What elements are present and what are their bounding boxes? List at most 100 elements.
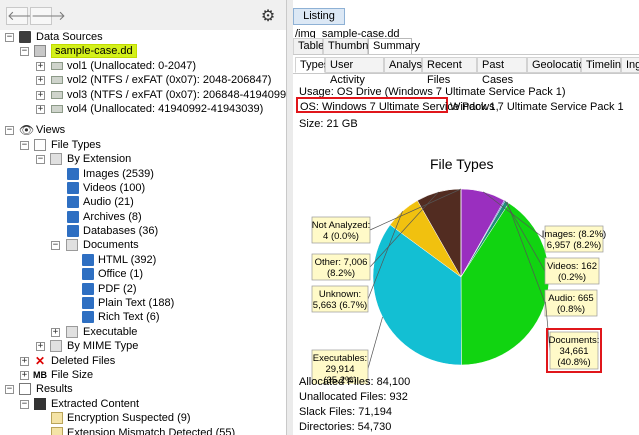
collapse-toggle-icon[interactable]: − [51,241,60,251]
forward-button[interactable]: 🡒 [30,7,66,25]
file-type-icon [67,181,79,194]
tree-node-extracted-content[interactable]: − Extracted Content [0,397,286,411]
file-types-icon [34,138,46,151]
tree-node-document-type[interactable]: Rich Text (6) [0,310,286,324]
tree-node-volume[interactable]: + vol1 (Unallocated: 0-2047) [0,59,286,73]
unallocated-files-text: Unallocated Files: 932 [299,391,408,403]
directories-text: Directories: 54,730 [299,421,392,433]
tree-toolbar: 🡐 🡒 ⚙ [0,0,286,30]
expand-toggle-icon[interactable]: + [36,76,45,86]
tree-label: File Size [51,368,94,381]
collapse-toggle-icon[interactable]: − [5,385,14,395]
collapse-toggle-icon[interactable]: − [5,33,14,42]
expand-toggle-icon[interactable]: + [20,370,29,380]
autopsy-window: 🡐 🡒 ⚙ − Data Sources − sample-case.dd + … [0,0,639,435]
folder-icon [66,239,78,252]
tree-node-extension-category[interactable]: Images (2539) [0,167,286,181]
expand-toggle-icon[interactable]: + [51,327,60,337]
tree-node-volume[interactable]: + vol3 (NTFS / exFAT (0x07): 206848-4194… [0,88,286,102]
tree-node-encryption-suspected[interactable]: Encryption Suspected (9) [0,411,286,425]
collapse-toggle-icon[interactable]: − [36,155,45,165]
tree-node-document-type[interactable]: Office (1) [0,267,286,281]
tree-node-volume[interactable]: + vol2 (NTFS / exFAT (0x07): 2048-206847… [0,73,286,87]
tree-node-documents[interactable]: − Documents [0,238,286,252]
tree-node-image[interactable]: − sample-case.dd [0,44,286,59]
tab-summary[interactable]: Summary [368,38,420,55]
tree-label: Archives (8) [83,210,142,223]
tab-user-activity[interactable]: User Activity [325,57,384,86]
eye-icon: 👁 [19,123,35,138]
data-label-text: Unknown: [319,289,361,300]
expand-toggle-icon[interactable]: + [36,104,45,114]
tree-node-volume[interactable]: + vol4 (Unallocated: 41940992-41943039) [0,102,286,116]
tab-recent-files[interactable]: Recent Files [422,57,477,86]
tree-label: Encryption Suspected (9) [67,412,191,425]
data-label-text: Videos: 162 [547,261,597,272]
tree-node-document-type[interactable]: Plain Text (188) [0,296,286,310]
settings-button[interactable]: ⚙ [259,8,277,26]
tree-node-deleted-files[interactable]: + ✕ Deleted Files [0,353,286,368]
tree-label: vol1 (Unallocated: 0-2047) [67,59,197,72]
file-types-pie-chart: Images: (8.2%)6,957 (8.2%)Videos: 162(0.… [311,188,606,384]
disk-image-icon [34,45,46,58]
tab-table[interactable]: Table [293,38,324,55]
tree-node-extension-category[interactable]: Archives (8) [0,210,286,224]
tree-node-file-size[interactable]: + MB File Size [0,368,286,382]
collapse-toggle-icon[interactable]: − [20,399,29,409]
tree-node-extension-mismatch[interactable]: Extension Mismatch Detected (55) [0,426,286,435]
directory-tree: − Data Sources − sample-case.dd + vol1 (… [0,30,286,435]
tree-node-data-sources[interactable]: − Data Sources [0,30,286,44]
document-icon [82,311,94,324]
tab-timeline[interactable]: Timeline [581,57,627,73]
expand-toggle-icon[interactable]: + [36,61,45,71]
back-button[interactable]: 🡐 [6,7,42,25]
tree-label: vol4 (Unallocated: 41940992-41943039) [67,102,264,115]
tree-label: Extension Mismatch Detected (55) [67,426,236,435]
tree-node-document-type[interactable]: HTML (392) [0,253,286,267]
tree-label: HTML (392) [98,253,157,266]
tab-thumbnail[interactable]: Thumbnail [323,38,379,55]
tree-label: Results [36,383,73,396]
tree-node-extension-category[interactable]: Audio (21) [0,195,286,209]
folder-icon [50,340,62,353]
tree-label: Rich Text (6) [98,311,160,324]
tab-types[interactable]: Types [295,57,329,73]
expand-toggle-icon[interactable]: + [36,342,45,352]
tree-label: File Types [51,138,101,151]
file-type-icon [67,210,79,223]
warning-icon [51,426,63,435]
data-label-text: Not Analyzed: [312,220,371,231]
tree-label: Deleted Files [51,354,116,367]
tree-label: By MIME Type [67,340,139,353]
types-panel: Usage: OS Drive (Windows 7 Ultimate Serv… [293,73,639,435]
tab-listing[interactable]: Listing [293,8,345,25]
file-type-icon [67,196,79,209]
expand-toggle-icon[interactable]: + [20,356,29,366]
tree-node-extension-category[interactable]: Videos (100) [0,181,286,195]
tree-node-document-type[interactable]: PDF (2) [0,282,286,296]
tree-node-executable[interactable]: + Executable [0,325,286,339]
collapse-toggle-icon[interactable]: − [20,47,29,57]
collapse-toggle-icon[interactable]: − [20,140,29,150]
volume-icon [51,90,63,99]
tab-analysis[interactable]: Analysis [384,57,430,73]
deleted-x-icon: ✕ [34,353,46,368]
database-icon [19,31,31,43]
collapse-toggle-icon[interactable]: − [5,126,14,136]
tree-node-results[interactable]: − Results [0,382,286,396]
tab-geolocation[interactable]: Geolocation [527,57,591,73]
tab-past-cases[interactable]: Past Cases [477,57,527,86]
allocated-files-text: Allocated Files: 84,100 [299,376,411,388]
data-label-text: Executables: [313,353,367,364]
tree-node-by-mime[interactable]: + By MIME Type [0,339,286,353]
tree-node-by-extension[interactable]: − By Extension [0,152,286,166]
results-icon [19,383,31,396]
extracted-content-icon [34,397,46,410]
tree-node-file-types[interactable]: − File Types [0,138,286,152]
summary-content: Types User Activity Analysis Recent File… [293,54,639,435]
volume-icon [51,104,63,113]
tree-node-views[interactable]: − 👁 Views [0,123,286,138]
tab-ingest[interactable]: Inge [621,57,639,73]
expand-toggle-icon[interactable]: + [36,90,45,100]
tree-node-extension-category[interactable]: Databases (36) [0,224,286,238]
